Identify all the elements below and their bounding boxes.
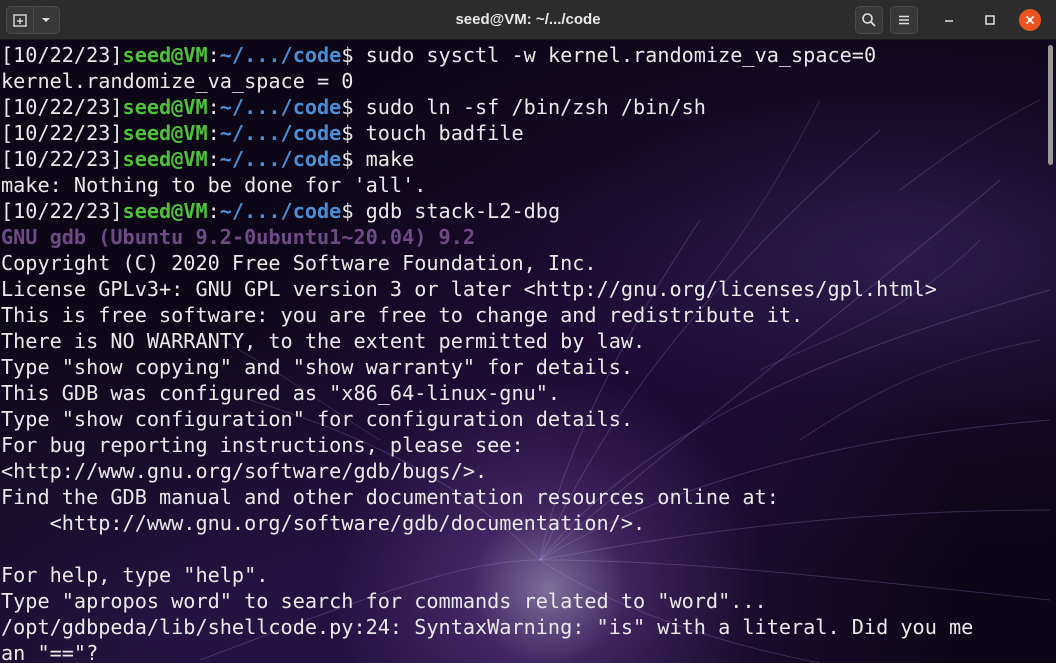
terminal-line: [10/22/23]seed@VM:~/.../code$ gdb stack-… — [1, 199, 561, 223]
terminal-line: kernel.randomize_va_space = 0 — [1, 69, 354, 93]
terminal-line: This is free software: you are free to c… — [1, 303, 804, 327]
terminal-line: [10/22/23]seed@VM:~/.../code$ sudo sysct… — [1, 43, 877, 67]
close-icon — [1025, 15, 1035, 25]
terminal-line: <http://www.gnu.org/software/gdb/documen… — [1, 511, 646, 535]
terminal-output-area[interactable]: [10/22/23]seed@VM:~/.../code$ sudo sysct… — [0, 40, 1056, 663]
terminal-line: [10/22/23]seed@VM:~/.../code$ make — [1, 147, 415, 171]
close-button[interactable] — [1019, 9, 1041, 31]
minimize-icon — [945, 20, 953, 22]
terminal-line: make: Nothing to be done for 'all'. — [1, 173, 427, 197]
minimize-button[interactable] — [938, 9, 960, 31]
new-tab-button[interactable] — [7, 7, 33, 33]
terminal-line: There is NO WARRANTY, to the extent perm… — [1, 329, 646, 353]
terminal-line: /opt/gdbpeda/lib/shellcode.py:24: Syntax… — [1, 615, 974, 639]
terminal-window: seed@VM: ~/.../code [10/22/23]seed@VM:~/… — [0, 0, 1056, 663]
vertical-scrollbar[interactable] — [1046, 40, 1056, 663]
terminal-line: [10/22/23]seed@VM:~/.../code$ sudo ln -s… — [1, 95, 706, 119]
terminal-line: Type "show configuration" for configurat… — [1, 407, 634, 431]
tab-menu-dropdown[interactable] — [32, 7, 60, 33]
menu-button[interactable] — [890, 6, 918, 34]
hamburger-menu-icon — [899, 15, 909, 25]
terminal-line: Copyright (C) 2020 Free Software Foundat… — [1, 251, 597, 275]
terminal-line: For bug reporting instructions, please s… — [1, 433, 524, 457]
terminal-text: [10/22/23]seed@VM:~/.../code$ sudo sysct… — [1, 42, 1041, 663]
chevron-down-icon — [42, 18, 51, 22]
terminal-line: This GDB was configured as "x86_64-linux… — [1, 381, 561, 405]
search-button[interactable] — [855, 6, 883, 34]
new-tab-icon — [13, 14, 27, 27]
terminal-line: For help, type "help". — [1, 563, 269, 587]
terminal-line: [10/22/23]seed@VM:~/.../code$ touch badf… — [1, 121, 524, 145]
terminal-line: Type "show copying" and "show warranty" … — [1, 355, 634, 379]
terminal-line: Type "apropos word" to search for comman… — [1, 589, 767, 613]
new-tab-group — [6, 6, 60, 34]
scrollbar-thumb[interactable] — [1048, 45, 1053, 165]
search-icon — [862, 13, 876, 27]
terminal-line: Find the GDB manual and other documentat… — [1, 485, 779, 509]
maximize-button[interactable] — [979, 9, 1001, 31]
gdb-version-banner: GNU gdb (Ubuntu 9.2-0ubuntu1~20.04) 9.2 — [1, 225, 476, 249]
title-bar: seed@VM: ~/.../code — [0, 0, 1056, 40]
terminal-line: an "=="? — [1, 641, 99, 663]
maximize-icon — [985, 15, 995, 25]
terminal-line: <http://www.gnu.org/software/gdb/bugs/>. — [1, 459, 488, 483]
terminal-line: License GPLv3+: GNU GPL version 3 or lat… — [1, 277, 937, 301]
